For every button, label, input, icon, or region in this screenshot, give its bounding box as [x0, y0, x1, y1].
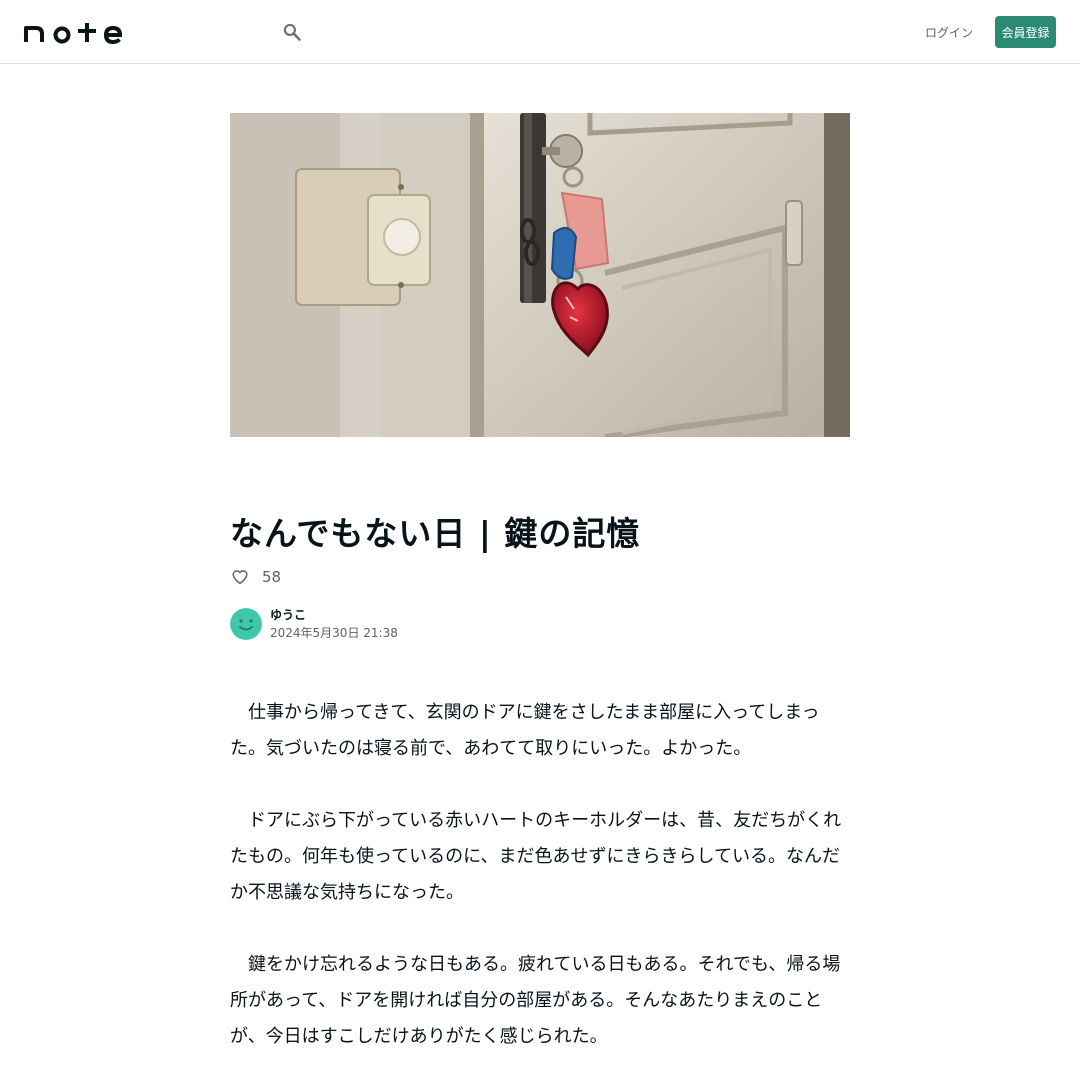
signup-button[interactable]: 会員登録	[995, 16, 1056, 48]
post-date: 2024年5月30日 21:38	[270, 626, 398, 640]
smiley-avatar-icon	[230, 608, 262, 640]
article-body: 仕事から帰ってきて、玄関のドアに鍵をさしたまま部屋に入ってしまった。気づいたのは…	[230, 695, 850, 1091]
paragraph-3: 鍵をかけ忘れるような日もある。疲れている日もある。それでも、帰る場所があって、ド…	[230, 954, 841, 1047]
author-block: ゆうこ 2024年5月30日 21:38	[230, 607, 398, 641]
search-button[interactable]	[278, 18, 306, 46]
author-meta: ゆうこ 2024年5月30日 21:38	[270, 606, 398, 642]
login-link[interactable]: ログイン	[922, 16, 976, 48]
note-logo[interactable]	[24, 20, 124, 45]
like-row: 58	[230, 565, 281, 589]
search-icon	[283, 23, 301, 41]
hero-photo-door-keys	[230, 113, 850, 437]
author-name[interactable]: ゆうこ	[270, 606, 398, 624]
hero-image	[230, 113, 850, 437]
like-count[interactable]: 58	[262, 568, 281, 586]
paragraph-1: 仕事から帰ってきて、玄関のドアに鍵をさしたまま部屋に入ってしまった。気づいたのは…	[230, 702, 820, 759]
note-logo-mark	[24, 23, 123, 45]
like-button[interactable]	[230, 567, 250, 587]
author-avatar[interactable]	[230, 608, 262, 640]
site-header: ログイン 会員登録	[0, 0, 1080, 64]
article-title: なんでもない日 | 鍵の記憶	[230, 514, 641, 553]
heart-outline-icon	[232, 570, 248, 585]
paragraph-2: ドアにぶら下がっている赤いハートのキーホルダーは、昔、友だちがくれたもの。何年も…	[230, 810, 842, 903]
